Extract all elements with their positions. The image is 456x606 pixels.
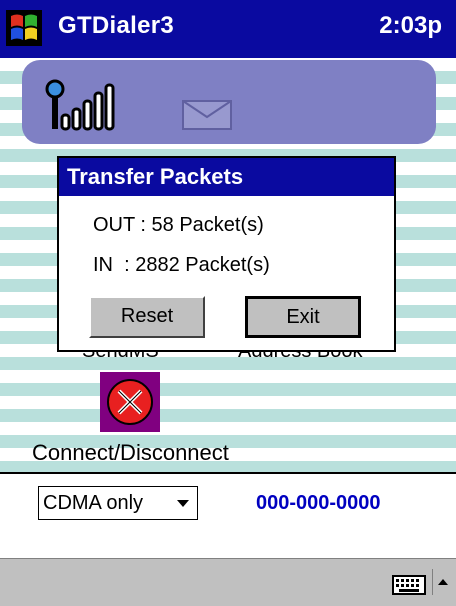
chevron-up-icon[interactable] — [432, 569, 455, 595]
transfer-packets-dialog: Transfer Packets OUT : 58 Packet(s) IN :… — [57, 156, 396, 352]
clock[interactable]: 2:03p — [379, 12, 442, 40]
chevron-down-icon[interactable] — [177, 500, 189, 507]
disconnect-x-icon — [107, 379, 153, 425]
bottom-panel: CDMA only 000-000-0000 — [0, 472, 456, 558]
envelope-icon — [182, 100, 232, 135]
command-bar — [0, 558, 456, 606]
app-title: GTDialer3 — [58, 12, 175, 39]
keyboard-icon[interactable] — [392, 575, 426, 600]
exit-button[interactable]: Exit — [245, 296, 361, 338]
out-packets-text: OUT : 58 Packet(s) — [93, 214, 264, 236]
title-bar: GTDialer3 2:03p — [0, 0, 456, 58]
signal-strength-icon — [44, 79, 124, 136]
reset-button[interactable]: Reset — [89, 296, 205, 338]
connect-disconnect-label[interactable]: Connect/Disconnect — [32, 440, 229, 466]
connect-disconnect-button[interactable] — [100, 372, 160, 432]
phone-number: 000-000-0000 — [256, 492, 381, 514]
dialog-title: Transfer Packets — [59, 158, 394, 196]
windows-flag-icon[interactable] — [6, 10, 42, 46]
network-mode-value: CDMA only — [43, 492, 144, 514]
network-mode-select[interactable]: CDMA only — [38, 486, 198, 520]
in-packets-text: IN : 2882 Packet(s) — [93, 254, 270, 276]
